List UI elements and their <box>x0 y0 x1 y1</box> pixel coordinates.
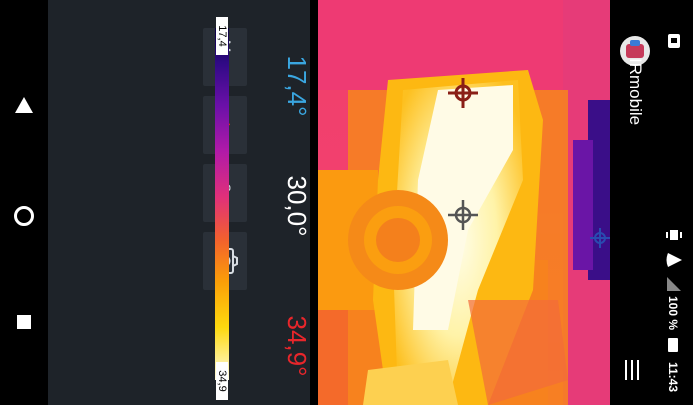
control-panel: Man. < / > 3σ 17,4 34,9 17,4° 30,0° 34,9… <box>48 0 312 405</box>
color-scale-bar <box>215 28 229 380</box>
signal-icon <box>667 277 681 291</box>
min-temperature: 17,4° <box>282 55 312 117</box>
thermal-image[interactable] <box>318 0 610 405</box>
vibrate-icon <box>666 230 682 240</box>
max-spot-crosshair-icon <box>448 78 478 108</box>
center-spot-crosshair-icon <box>448 200 478 230</box>
hamburger-menu-icon[interactable] <box>624 360 640 380</box>
min-spot-crosshair-icon <box>590 228 610 248</box>
center-temperature: 30,0° <box>282 175 312 237</box>
wifi-icon <box>666 253 682 267</box>
back-triangle-icon <box>15 97 33 113</box>
recents-button[interactable] <box>4 302 44 342</box>
recents-square-icon <box>17 315 31 329</box>
notification-icon <box>668 34 680 48</box>
colorbar-min-label: 34,9 <box>216 362 228 400</box>
app-status-bar: IRmobile 100 % 11:43 <box>610 0 693 405</box>
app-title: IRmobile <box>626 58 645 126</box>
max-temperature: 34,9° <box>282 315 312 377</box>
battery-icon <box>668 338 678 352</box>
battery-percent: 100 % <box>666 295 680 331</box>
back-button[interactable] <box>4 85 44 125</box>
home-button[interactable] <box>4 196 44 236</box>
clock-time: 11:43 <box>666 361 680 393</box>
home-circle-icon <box>14 206 34 226</box>
navigation-bar <box>0 0 48 405</box>
colorbar-max-label: 17,4 <box>216 17 228 55</box>
